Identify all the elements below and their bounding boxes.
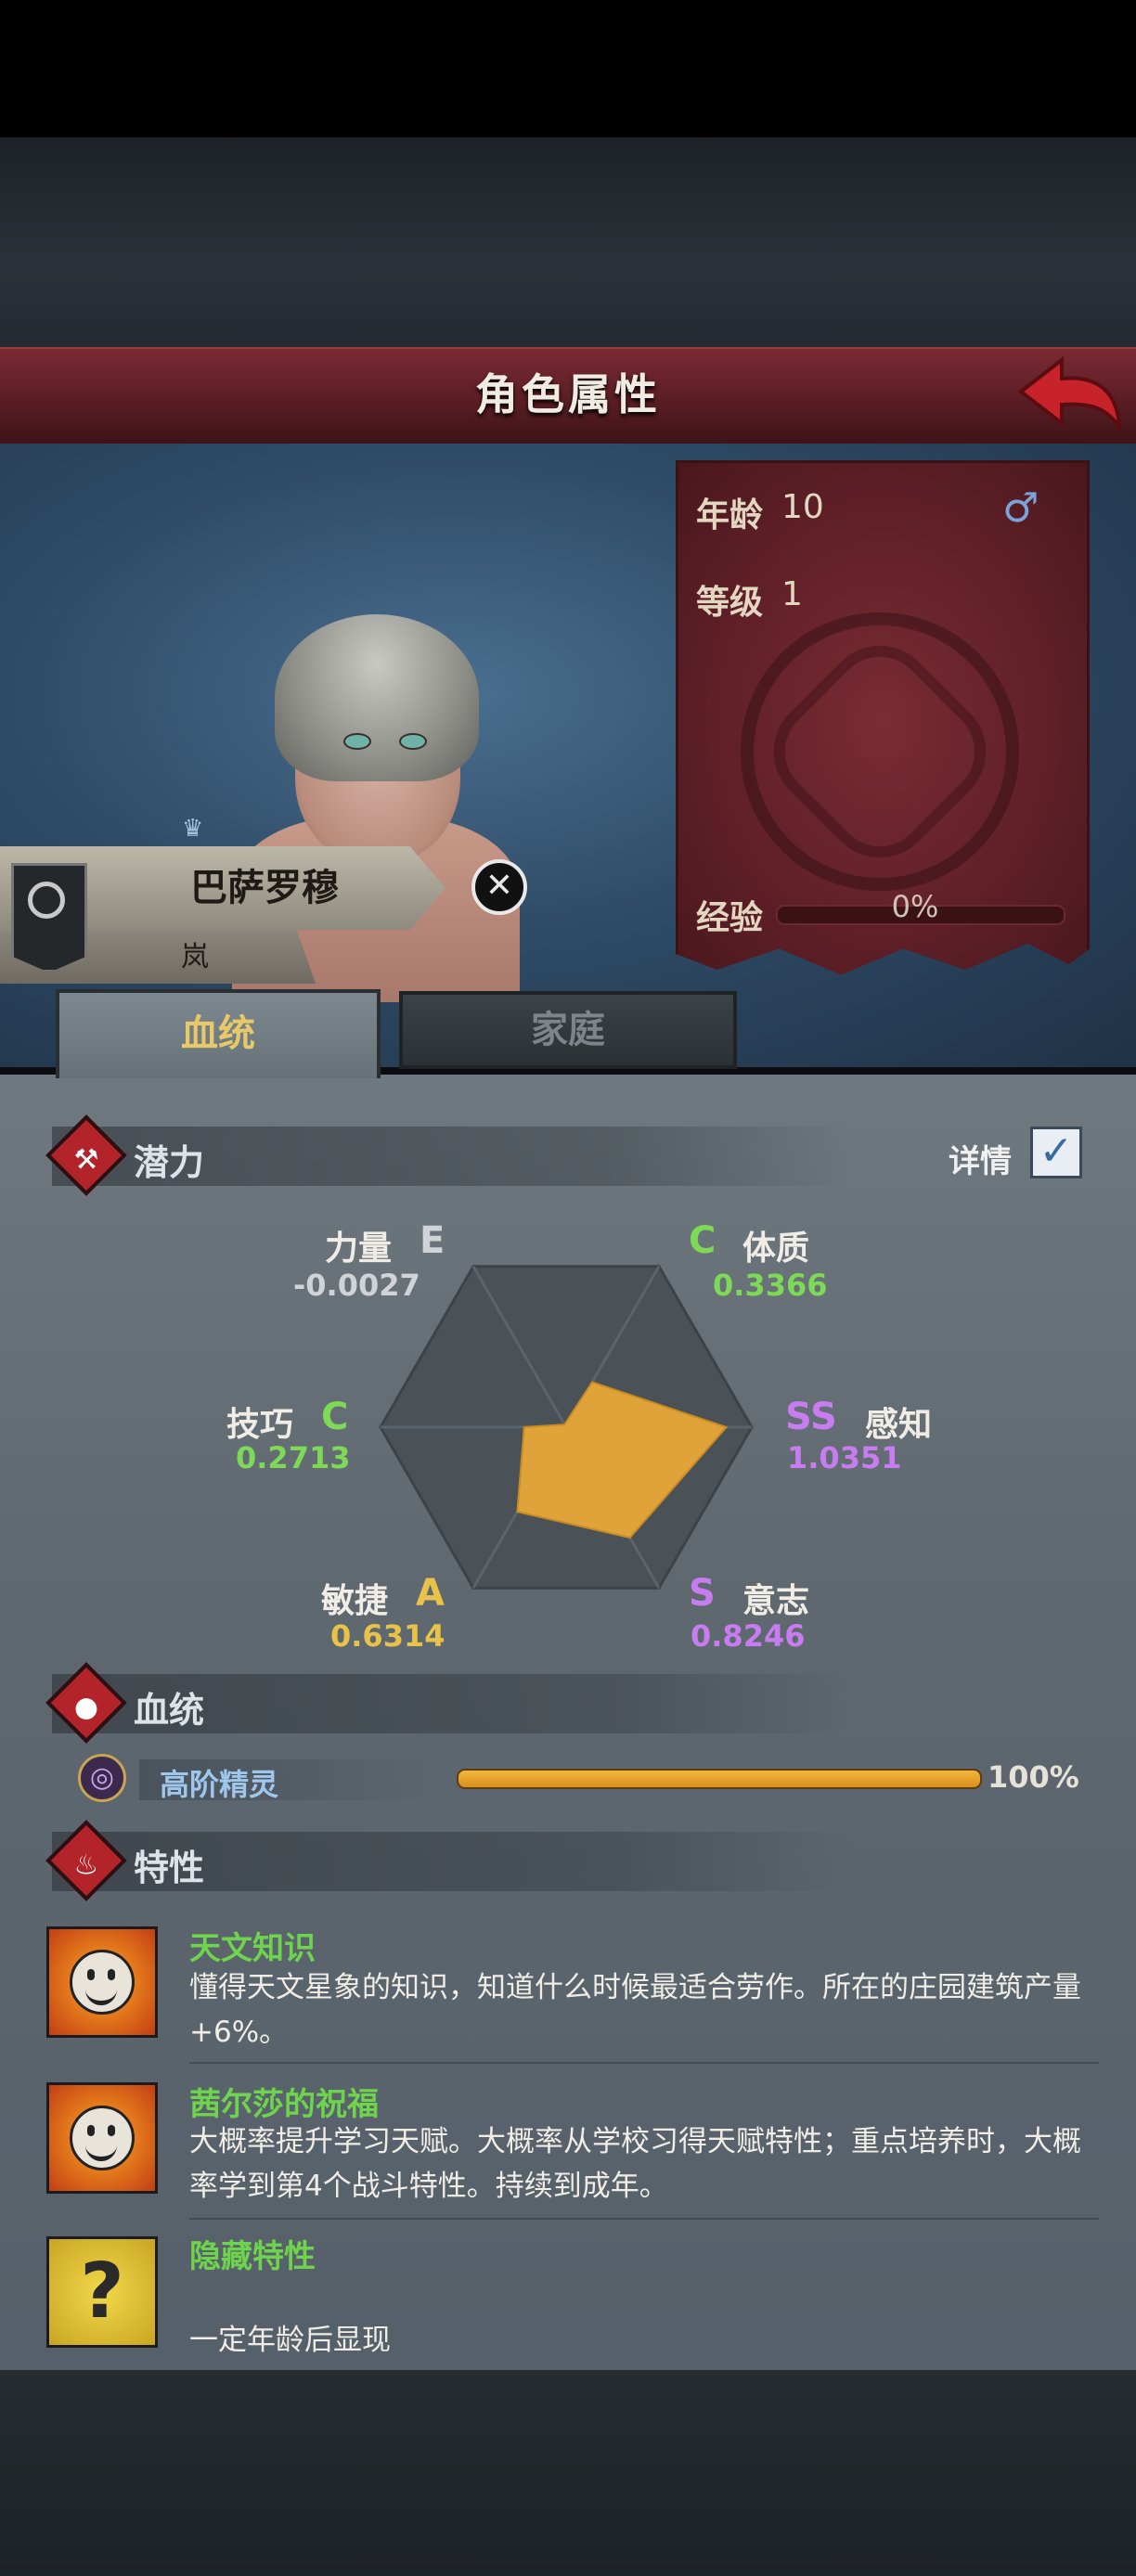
male-icon: ♂ — [1002, 484, 1039, 532]
attr-value-strength: -0.0027 — [293, 1268, 420, 1303]
attr-name-constitution: 体质 — [742, 1230, 810, 1268]
close-icon[interactable]: ✕ — [471, 859, 527, 915]
trait-divider — [189, 2218, 1099, 2220]
section-title-potential: 潜力 — [134, 1142, 205, 1183]
attr-value-skill: 0.2713 — [236, 1440, 351, 1475]
age-value: 10 — [781, 488, 824, 526]
details-label: 详情 — [949, 1143, 1012, 1180]
trait-name: 天文知识 — [189, 1930, 316, 1967]
bottom-backdrop — [0, 2370, 1136, 2576]
top-bar — [0, 0, 1136, 137]
attr-value-constitution: 0.3366 — [713, 1268, 828, 1303]
section-title-bloodline: 血统 — [134, 1690, 205, 1731]
trait-name: 茜尔莎的祝福 — [189, 2086, 379, 2123]
question-mark-icon[interactable]: ? — [46, 2236, 158, 2348]
attr-name-perception: 感知 — [865, 1406, 933, 1444]
smile-sun-icon[interactable] — [46, 2082, 158, 2194]
trait-description: 一定年龄后显现 — [189, 2324, 391, 2357]
exp-value: 0% — [891, 889, 939, 924]
top-backdrop — [0, 137, 1136, 347]
tab-bloodline[interactable]: 血统 — [56, 989, 381, 1078]
level-label: 等级 — [696, 584, 764, 622]
high-elf-emblem-icon: ◎ — [78, 1754, 126, 1802]
attr-name-agility: 敏捷 — [321, 1582, 389, 1620]
level-value: 1 — [781, 575, 803, 613]
page-title: 角色属性 — [475, 369, 661, 419]
attr-grade-agility: A — [416, 1572, 445, 1615]
bloodline-bar — [457, 1769, 982, 1789]
character-eye — [399, 733, 427, 750]
attr-grade-perception: SS — [785, 1396, 837, 1438]
smile-sun-icon[interactable] — [46, 1926, 158, 2038]
bloodline-name: 高阶精灵 — [160, 1767, 279, 1802]
attr-name-strength: 力量 — [325, 1230, 393, 1268]
trait-description: 大概率提升学习天赋。大概率从学校习得天赋特性；重点培养时，大概率学到第4个战斗特… — [189, 2125, 1081, 2203]
trait-description: 懂得天文星象的知识，知道什么时候最适合劳作。所在的庄园建筑产量+6%。 — [189, 1971, 1081, 2049]
attr-value-perception: 1.0351 — [787, 1440, 902, 1475]
attr-grade-constitution: C — [689, 1219, 716, 1262]
attr-name-will: 意志 — [742, 1582, 810, 1620]
attr-grade-strength: E — [420, 1219, 445, 1262]
character-eye — [343, 733, 371, 750]
character-hair — [275, 614, 479, 781]
trait-name: 隐藏特性 — [189, 2238, 316, 2275]
character-name: 巴萨罗穆 — [190, 867, 339, 909]
bloodline-percent: 100% — [988, 1759, 1079, 1795]
back-arrow-icon[interactable] — [1017, 354, 1123, 434]
attr-value-agility: 0.6314 — [330, 1618, 445, 1654]
age-label: 年龄 — [696, 496, 764, 535]
tab-bloodline-label: 血统 — [181, 1012, 255, 1055]
attr-grade-will: S — [689, 1572, 716, 1615]
tab-family[interactable]: 家庭 — [399, 991, 737, 1069]
location-pin-icon — [28, 882, 65, 919]
character-subtitle: 岚 — [181, 941, 209, 973]
attr-name-skill: 技巧 — [226, 1406, 294, 1444]
exp-label: 经验 — [696, 899, 764, 937]
tab-family-label: 家庭 — [531, 1009, 605, 1051]
attr-value-will: 0.8246 — [691, 1618, 806, 1654]
details-checkbox[interactable]: ✓ — [1030, 1127, 1082, 1179]
attr-grade-skill: C — [321, 1396, 349, 1438]
trait-divider — [189, 2062, 1099, 2064]
crown-icon: ♛ — [182, 815, 204, 843]
section-title-traits: 特性 — [134, 1848, 205, 1888]
